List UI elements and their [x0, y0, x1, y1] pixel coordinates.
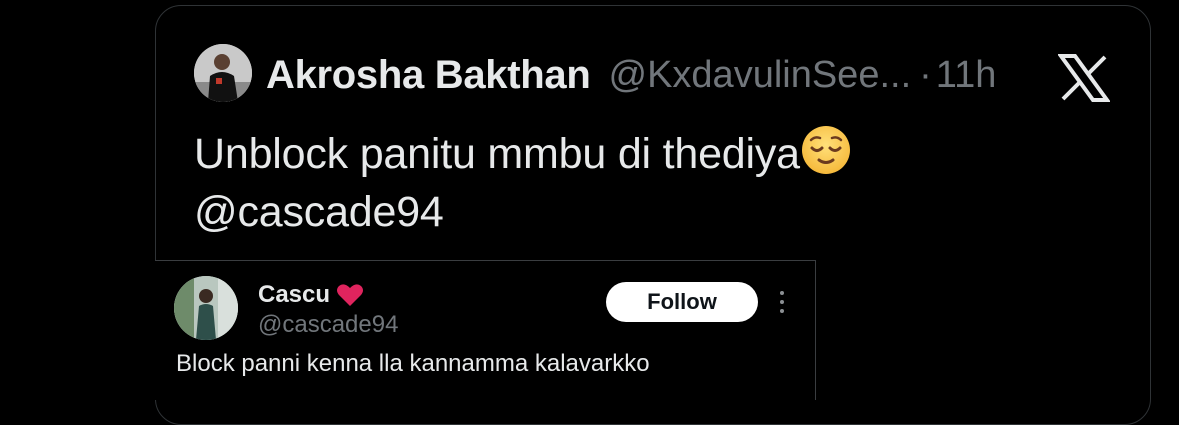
quoted-display-name[interactable]: Cascu — [258, 281, 364, 309]
author-avatar[interactable] — [194, 44, 252, 102]
tweet-timestamp[interactable]: 11h — [936, 54, 997, 97]
tweet-header: Akrosha Bakthan @KxdavulinSee... · 11h — [266, 50, 996, 100]
more-dot — [780, 291, 784, 295]
follow-button[interactable]: Follow — [606, 282, 758, 322]
quoted-avatar-image — [174, 276, 238, 340]
more-dots-icon[interactable] — [772, 289, 792, 315]
author-avatar-image — [194, 44, 252, 102]
more-dot — [780, 300, 784, 304]
quoted-avatar[interactable] — [174, 276, 238, 340]
mention-link[interactable]: @cascade94 — [194, 183, 994, 241]
header-separator: · — [919, 53, 932, 96]
quoted-tweet-card[interactable] — [155, 260, 816, 400]
tweet-text: Unblock panitu mmbu di thediya @cascade9… — [194, 124, 994, 241]
author-display-name[interactable]: Akrosha Bakthan — [266, 53, 591, 98]
quoted-name-text: Cascu — [258, 281, 331, 308]
tweet-text-line1: Unblock panitu mmbu di thediya — [194, 130, 800, 178]
red-heart-icon — [337, 284, 364, 306]
x-logo-icon[interactable] — [1058, 54, 1110, 102]
quoted-handle[interactable]: @cascade94 — [258, 311, 398, 339]
quoted-tweet-text: Block panni kenna lla kannamma kalavarkk… — [176, 350, 650, 377]
author-handle[interactable]: @KxdavulinSee... — [609, 54, 912, 97]
relieved-face-emoji-icon — [801, 126, 850, 174]
more-dot — [780, 309, 784, 313]
